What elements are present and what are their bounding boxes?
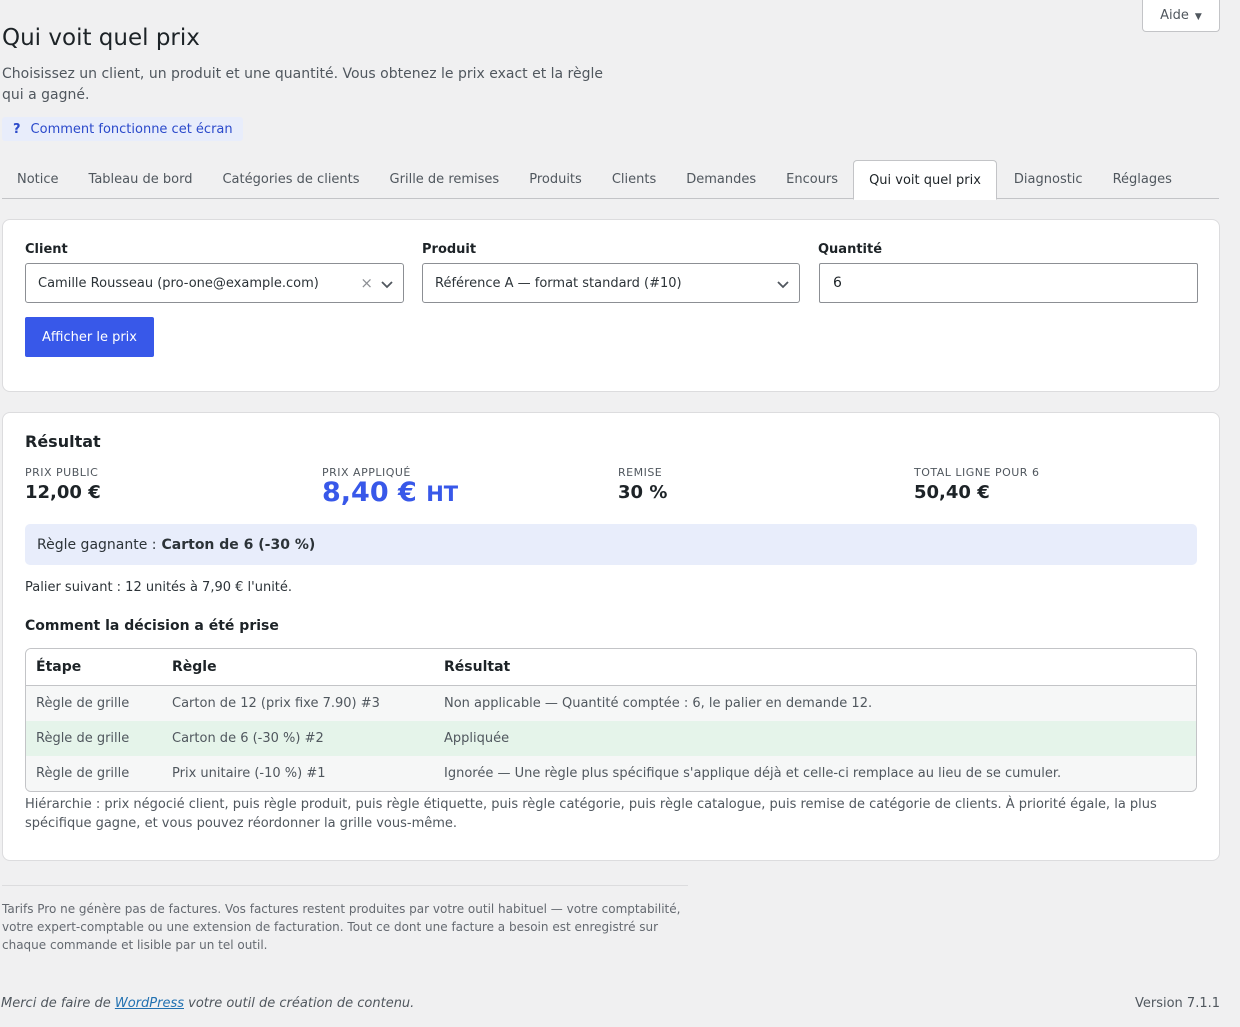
version-text: Version 7.1.1 [1134, 996, 1220, 1011]
thanks-before: Merci de faire de [1, 996, 111, 1011]
column-header-rule: Règle [172, 659, 217, 675]
howto-label: Comment fonctionne cet écran [30, 121, 233, 137]
chevron-down-icon [777, 281, 789, 289]
winning-rule-name: Carton de 6 (-30 %) [161, 536, 316, 553]
client-label: Client [25, 242, 68, 257]
tab-categories-clients[interactable]: Catégories de clients [207, 160, 374, 199]
applied-price-value: 8,40 € [322, 477, 417, 508]
hierarchy-note: Hiérarchie : prix négocié client, puis r… [25, 797, 1157, 831]
caret-down-icon: ▼ [1194, 11, 1202, 22]
winning-rule-banner: Règle gagnante : Carton de 6 (-30 %) [25, 524, 1197, 565]
line-total-stat: TOTAL LIGNE POUR 6 50,40 € [914, 466, 1039, 503]
row-step: Règle de grille [36, 731, 130, 746]
table-row: Règle de grille Prix unitaire (-10 %) #1… [26, 756, 1196, 791]
help-label: Aide [1160, 8, 1189, 23]
column-header-result: Résultat [444, 659, 511, 675]
client-select-value: Camille Rousseau (pro-one@example.com) [38, 275, 319, 291]
product-select[interactable]: Référence A — format standard (#10) [422, 263, 800, 303]
tab-encours[interactable]: Encours [771, 160, 853, 199]
tab-notice[interactable]: Notice [2, 160, 74, 199]
table-row-applied: Règle de grille Carton de 6 (-30 %) #2 A… [26, 721, 1196, 756]
product-label: Produit [422, 242, 477, 257]
question-icon: ? [13, 121, 21, 137]
discount-label: REMISE [618, 466, 663, 479]
tab-produits[interactable]: Produits [514, 160, 597, 199]
applied-price-unit: HT [426, 482, 459, 506]
footer-divider [2, 885, 688, 886]
price-lookup-form: Client Camille Rousseau (pro-one@example… [2, 219, 1220, 392]
client-select[interactable]: Camille Rousseau (pro-one@example.com) × [25, 263, 404, 303]
show-price-button[interactable]: Afficher le prix [25, 317, 154, 357]
row-rule: Carton de 12 (prix fixe 7.90) #3 [172, 696, 380, 711]
decision-title: Comment la décision a été prise [25, 618, 279, 634]
public-price-stat: PRIX PUBLIC 12,00 € [25, 466, 101, 503]
public-price-value: 12,00 € [25, 482, 101, 503]
row-step: Règle de grille [36, 696, 130, 711]
quantity-input[interactable] [819, 263, 1198, 303]
line-total-value: 50,40 € [914, 482, 990, 503]
footer-note: Tarifs Pro ne génère pas de factures. Vo… [2, 902, 681, 952]
product-select-value: Référence A — format standard (#10) [435, 275, 682, 291]
tab-demandes[interactable]: Demandes [671, 160, 771, 199]
howto-link[interactable]: ? Comment fonctionne cet écran [2, 117, 243, 141]
discount-value: 30 % [618, 482, 668, 503]
clear-icon[interactable]: × [360, 274, 373, 292]
row-rule: Carton de 6 (-30 %) #2 [172, 731, 324, 746]
row-result: Non applicable — Quantité comptée : 6, l… [444, 696, 873, 711]
row-rule: Prix unitaire (-10 %) #1 [172, 766, 326, 781]
tab-bar: Notice Tableau de bord Catégories de cli… [2, 160, 1219, 200]
result-panel: Résultat PRIX PUBLIC 12,00 € PRIX APPLIQ… [2, 412, 1220, 861]
applied-price-stat: PRIX APPLIQUÉ 8,40 € HT [322, 466, 458, 509]
tab-grille-remises[interactable]: Grille de remises [375, 160, 515, 199]
tab-clients[interactable]: Clients [597, 160, 671, 199]
winning-rule-prefix: Règle gagnante : [37, 536, 157, 553]
wordpress-thanks: Merci de faire de WordPress votre outil … [1, 996, 414, 1011]
row-result: Ignorée — Une règle plus spécifique s'ap… [444, 766, 1062, 781]
row-step: Règle de grille [36, 766, 130, 781]
table-row: Règle de grille Carton de 12 (prix fixe … [26, 686, 1196, 721]
tab-reglages[interactable]: Réglages [1098, 160, 1187, 199]
tab-tableau-de-bord[interactable]: Tableau de bord [74, 160, 208, 199]
table-header: Étape Règle Résultat [26, 649, 1196, 686]
tab-diagnostic[interactable]: Diagnostic [999, 160, 1098, 199]
row-result: Appliquée [444, 731, 510, 746]
page-title: Qui voit quel prix [2, 25, 200, 51]
discount-stat: REMISE 30 % [618, 466, 667, 503]
next-tier-text: Palier suivant : 12 unités à 7,90 € l'un… [25, 580, 293, 595]
wordpress-link[interactable]: WordPress [115, 996, 184, 1011]
tab-qui-voit-quel-prix[interactable]: Qui voit quel prix [853, 160, 997, 200]
quantity-label: Quantité [818, 242, 883, 257]
help-button[interactable]: Aide ▼ [1142, 0, 1220, 32]
decision-table: Étape Règle Résultat Règle de grille Car… [25, 648, 1197, 792]
chevron-down-icon [381, 281, 393, 289]
page-intro: Choisissez un client, un produit et une … [2, 66, 604, 103]
column-header-step: Étape [36, 659, 82, 675]
line-total-label: TOTAL LIGNE POUR 6 [914, 466, 1040, 479]
thanks-after: votre outil de création de contenu. [188, 996, 415, 1011]
public-price-label: PRIX PUBLIC [25, 466, 99, 479]
result-title: Résultat [25, 432, 101, 451]
